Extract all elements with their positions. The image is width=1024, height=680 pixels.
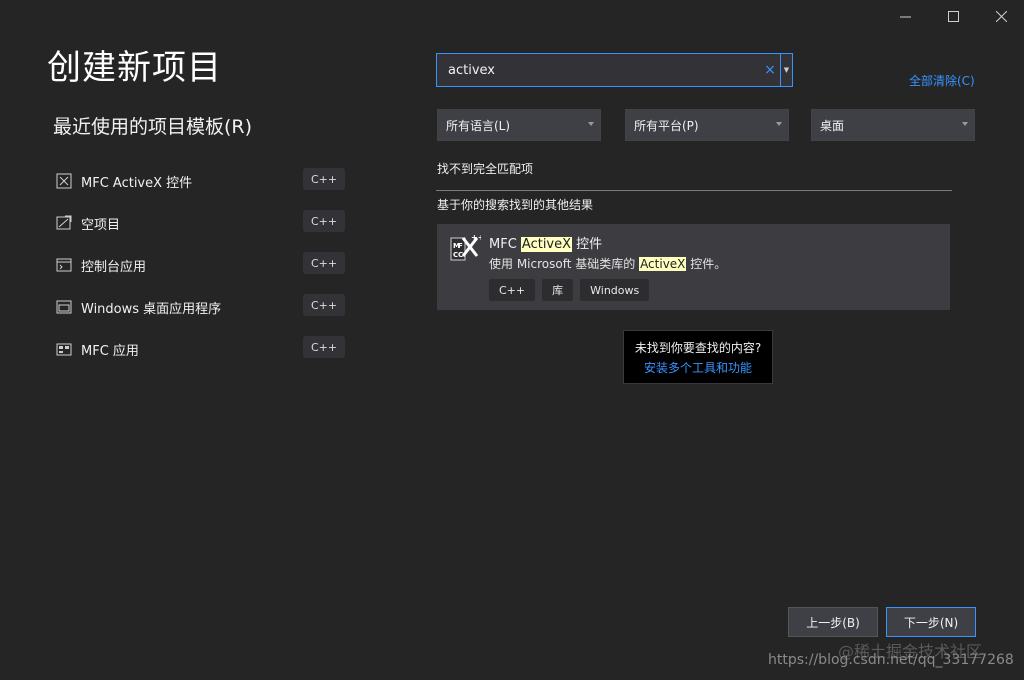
recent-item-mfc-activex[interactable]: MFC ActiveX 控件 C++ — [53, 160, 348, 202]
empty-project-icon — [55, 214, 73, 232]
recent-item-mfc-app[interactable]: MFC 应用 C++ — [53, 328, 348, 370]
create-new-project-window: 创建新项目 最近使用的项目模板(R) MFC ActiveX 控件 C++ 空项… — [0, 0, 1024, 680]
result-title-suffix: 控件 — [572, 237, 603, 252]
console-app-icon — [55, 256, 73, 274]
next-button[interactable]: 下一步(N) — [886, 607, 976, 637]
platform-filter[interactable]: 所有平台(P) — [625, 109, 789, 141]
project-type-filter-value: 桌面 — [820, 118, 845, 133]
language-filter[interactable]: 所有语言(L) — [437, 109, 601, 141]
other-results-heading: 基于你的搜索找到的其他结果 — [437, 198, 594, 212]
tag-platform: Windows — [580, 279, 650, 301]
mfc-app-icon — [55, 340, 73, 358]
minimize-icon — [899, 16, 911, 17]
result-mfc-activex-control[interactable]: M F C C ++ MFC ActiveX 控件 使用 Microsoft 基… — [437, 224, 950, 310]
recent-item-label: MFC 应用 — [81, 343, 139, 359]
close-button[interactable] — [978, 0, 1024, 32]
result-desc-suffix: 控件。 — [686, 257, 727, 271]
result-desc-prefix: 使用 Microsoft 基础类库的 — [489, 257, 640, 271]
result-tags: C++ 库 Windows — [489, 279, 650, 301]
result-title-prefix: MFC — [489, 237, 521, 252]
close-icon — [995, 10, 1007, 22]
chevron-down-icon — [776, 122, 782, 126]
chevron-down-icon: ▼ — [783, 66, 790, 74]
recent-item-windows-desktop[interactable]: Windows 桌面应用程序 C++ — [53, 286, 348, 328]
recent-templates-list: MFC ActiveX 控件 C++ 空项目 C++ 控制台应用 C++ Win… — [53, 160, 348, 370]
watermark-url: https://blog.csdn.net/qq_33177268 — [768, 652, 1014, 668]
tag-project-type: 库 — [542, 279, 574, 301]
language-tag: C++ — [303, 252, 345, 274]
recent-templates-title: 最近使用的项目模板(R) — [53, 116, 253, 138]
install-tools-link[interactable]: 安装多个工具和功能 — [644, 359, 752, 376]
language-tag: C++ — [303, 294, 345, 316]
recent-item-label: Windows 桌面应用程序 — [81, 301, 222, 317]
chevron-down-icon — [588, 122, 594, 126]
chevron-down-icon — [962, 122, 968, 126]
minimize-button[interactable] — [882, 0, 928, 32]
language-filter-value: 所有语言(L) — [446, 118, 511, 133]
language-tag: C++ — [303, 210, 345, 232]
recent-item-label: 控制台应用 — [81, 259, 147, 275]
result-description: 使用 Microsoft 基础类库的 ActiveX 控件。 — [489, 255, 726, 272]
language-tag: C++ — [303, 168, 345, 190]
search-input[interactable] — [437, 54, 760, 86]
windows-desktop-icon — [55, 298, 73, 316]
recent-item-label: 空项目 — [81, 217, 121, 233]
mfc-activex-icon: M F C C ++ — [449, 232, 484, 264]
search-history-dropdown[interactable]: ▼ — [780, 54, 792, 86]
recent-item-console-app[interactable]: 控制台应用 C++ — [53, 244, 348, 286]
maximize-icon — [947, 10, 959, 22]
search-highlight: ActiveX — [639, 257, 687, 271]
clear-search-icon[interactable]: × — [760, 54, 780, 86]
not-found-tooltip: 未找到你要查找的内容? 安装多个工具和功能 — [623, 330, 773, 384]
back-button[interactable]: 上一步(B) — [788, 607, 878, 637]
svg-text:F: F — [458, 242, 463, 250]
not-found-question: 未找到你要查找的内容? — [634, 340, 762, 355]
project-type-filter[interactable]: 桌面 — [811, 109, 975, 141]
language-tag: C++ — [303, 336, 345, 358]
platform-filter-value: 所有平台(P) — [634, 118, 699, 133]
result-title: MFC ActiveX 控件 — [489, 233, 602, 252]
recent-item-label: MFC ActiveX 控件 — [81, 175, 193, 191]
maximize-button[interactable] — [930, 0, 976, 32]
search-box: × ▼ — [436, 53, 793, 87]
divider — [436, 190, 952, 191]
mfc-activex-icon — [55, 172, 73, 190]
search-highlight: ActiveX — [520, 237, 573, 252]
no-match-text: 找不到完全匹配项 — [437, 162, 534, 176]
tag-language: C++ — [489, 279, 536, 301]
recent-item-empty-project[interactable]: 空项目 C++ — [53, 202, 348, 244]
clear-all-link[interactable]: 全部清除(C) — [909, 72, 975, 89]
page-title: 创建新项目 — [47, 48, 222, 88]
svg-text:++: ++ — [471, 233, 481, 242]
